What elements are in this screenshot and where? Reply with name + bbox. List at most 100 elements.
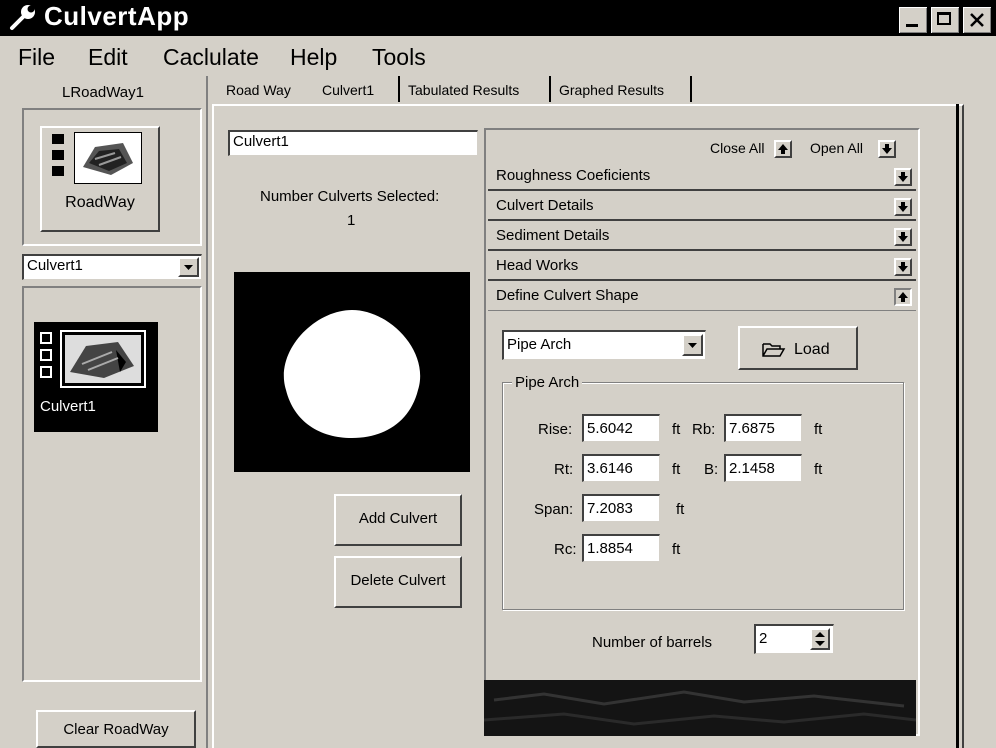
chevron-down-icon: [184, 265, 193, 270]
add-culvert-label: Add Culvert: [358, 510, 438, 527]
add-culvert-button[interactable]: Add Culvert: [334, 494, 462, 546]
minimize-button[interactable]: [898, 6, 928, 34]
rb-value: 7.6875: [729, 420, 775, 437]
section-label: Roughness Coeficients: [496, 167, 651, 184]
section-culvert-details[interactable]: Culvert Details: [488, 194, 916, 221]
roadway-icon: [74, 132, 142, 184]
rb-unit: ft: [814, 421, 823, 438]
pipe-arch-shape: [283, 310, 421, 438]
arrow-up-icon: [778, 144, 788, 154]
section-label: Culvert Details: [496, 197, 594, 214]
maximize-button[interactable]: [930, 6, 960, 34]
tab-separator: [398, 76, 400, 102]
chevron-down-icon: [688, 343, 697, 348]
tab-content-edge: [956, 104, 959, 748]
title-bar[interactable]: CulvertApp: [0, 0, 996, 36]
section-define-shape[interactable]: Define Culvert Shape: [488, 284, 916, 311]
culvert-select[interactable]: Culvert1: [22, 254, 202, 280]
tab-separator: [690, 76, 692, 102]
rt-label: Rt:: [554, 461, 574, 478]
rise-unit: ft: [672, 421, 681, 438]
culvert-shape-preview: [234, 272, 470, 472]
section-sediment-details[interactable]: Sediment Details: [488, 224, 916, 251]
shape-type-value: Pipe Arch: [507, 336, 572, 353]
roadway-tree-icon: [52, 134, 64, 184]
b-label: B:: [704, 461, 719, 478]
rc-unit: ft: [672, 541, 681, 558]
rise-label: Rise:: [538, 421, 573, 438]
tab-culvert1[interactable]: Culvert1: [322, 82, 374, 98]
arrow-down-icon[interactable]: [894, 228, 912, 246]
rt-value: 3.6146: [587, 460, 633, 477]
close-all-button[interactable]: [774, 140, 792, 158]
b-value: 2.1458: [729, 460, 775, 477]
span-unit: ft: [676, 501, 685, 518]
culvert-label: Culvert1: [40, 398, 96, 415]
pipe-arch-group: [502, 382, 904, 610]
culvert-name-value: Culvert1: [233, 133, 289, 150]
section-label: Sediment Details: [496, 227, 610, 244]
clear-roadway-button[interactable]: Clear RoadWay: [36, 710, 196, 748]
section-head-works[interactable]: Head Works: [488, 254, 916, 281]
arrow-down-icon[interactable]: [894, 258, 912, 276]
b-field[interactable]: 2.1458: [724, 454, 802, 482]
rc-field[interactable]: 1.8854: [582, 534, 660, 562]
culvert-select-dropdown[interactable]: [178, 257, 199, 277]
culvert-name-field[interactable]: Culvert1: [228, 130, 478, 156]
tab-road-way[interactable]: Road Way: [226, 82, 291, 98]
tab-separator: [549, 76, 551, 102]
menu-file[interactable]: File: [18, 44, 55, 71]
culverts-selected-count: 1: [347, 212, 356, 229]
rt-field[interactable]: 3.6146: [582, 454, 660, 482]
menu-calculate[interactable]: Caclulate: [163, 44, 259, 71]
culvert-tree-icon: [40, 332, 52, 384]
section-roughness[interactable]: Roughness Coeficients: [488, 164, 916, 191]
wrench-icon: [8, 2, 38, 32]
culvert-item-selected[interactable]: Culvert1: [34, 322, 158, 432]
span-field[interactable]: 7.2083: [582, 494, 660, 522]
close-button[interactable]: [962, 6, 992, 34]
open-all-label: Open All: [810, 140, 863, 156]
rb-label: Rb:: [692, 421, 716, 438]
barrels-value: 2: [759, 630, 768, 647]
clear-roadway-label: Clear RoadWay: [63, 721, 169, 738]
arrow-down-icon[interactable]: [894, 168, 912, 186]
barrels-label: Number of barrels: [592, 634, 713, 651]
roadway-label: RoadWay: [65, 194, 135, 211]
roadway-item[interactable]: RoadWay: [40, 126, 160, 232]
span-label: Span:: [534, 501, 574, 518]
panel-divider: [206, 76, 208, 748]
menu-edit[interactable]: Edit: [88, 44, 128, 71]
delete-culvert-label: Delete Culvert: [350, 572, 446, 589]
folder-open-icon: [762, 343, 786, 357]
menu-tools[interactable]: Tools: [372, 44, 426, 71]
close-all-label: Close All: [710, 140, 765, 156]
spinner-icon[interactable]: [810, 628, 830, 650]
shape-type-select[interactable]: Pipe Arch: [502, 330, 706, 360]
arrow-up-icon[interactable]: [894, 288, 912, 306]
rise-field[interactable]: 5.6042: [582, 414, 660, 442]
culverts-selected-label: Number Culverts Selected:: [260, 188, 440, 205]
close-icon: [970, 13, 984, 27]
rt-unit: ft: [672, 461, 681, 478]
roadway-header: LRoadWay1: [62, 84, 144, 101]
window-title: CulvertApp: [44, 1, 190, 31]
shape-type-dropdown[interactable]: [682, 334, 703, 356]
menu-help[interactable]: Help: [290, 44, 337, 71]
open-all-button[interactable]: [878, 140, 896, 158]
span-value: 7.2083: [587, 500, 633, 517]
status-strip: [483, 680, 917, 736]
culvert-select-value: Culvert1: [27, 257, 83, 274]
pipe-arch-group-title: Pipe Arch: [512, 374, 583, 391]
arrow-down-icon: [882, 144, 892, 154]
delete-culvert-button[interactable]: Delete Culvert: [334, 556, 462, 608]
tab-tabulated-results[interactable]: Tabulated Results: [408, 82, 519, 98]
rc-label: Rc:: [554, 541, 577, 558]
tab-graphed-results[interactable]: Graphed Results: [559, 82, 664, 98]
load-label: Load: [794, 341, 830, 358]
arrow-down-icon[interactable]: [894, 198, 912, 216]
b-unit: ft: [814, 461, 823, 478]
section-label: Define Culvert Shape: [496, 287, 639, 304]
load-button[interactable]: Load: [738, 326, 858, 370]
rb-field[interactable]: 7.6875: [724, 414, 802, 442]
